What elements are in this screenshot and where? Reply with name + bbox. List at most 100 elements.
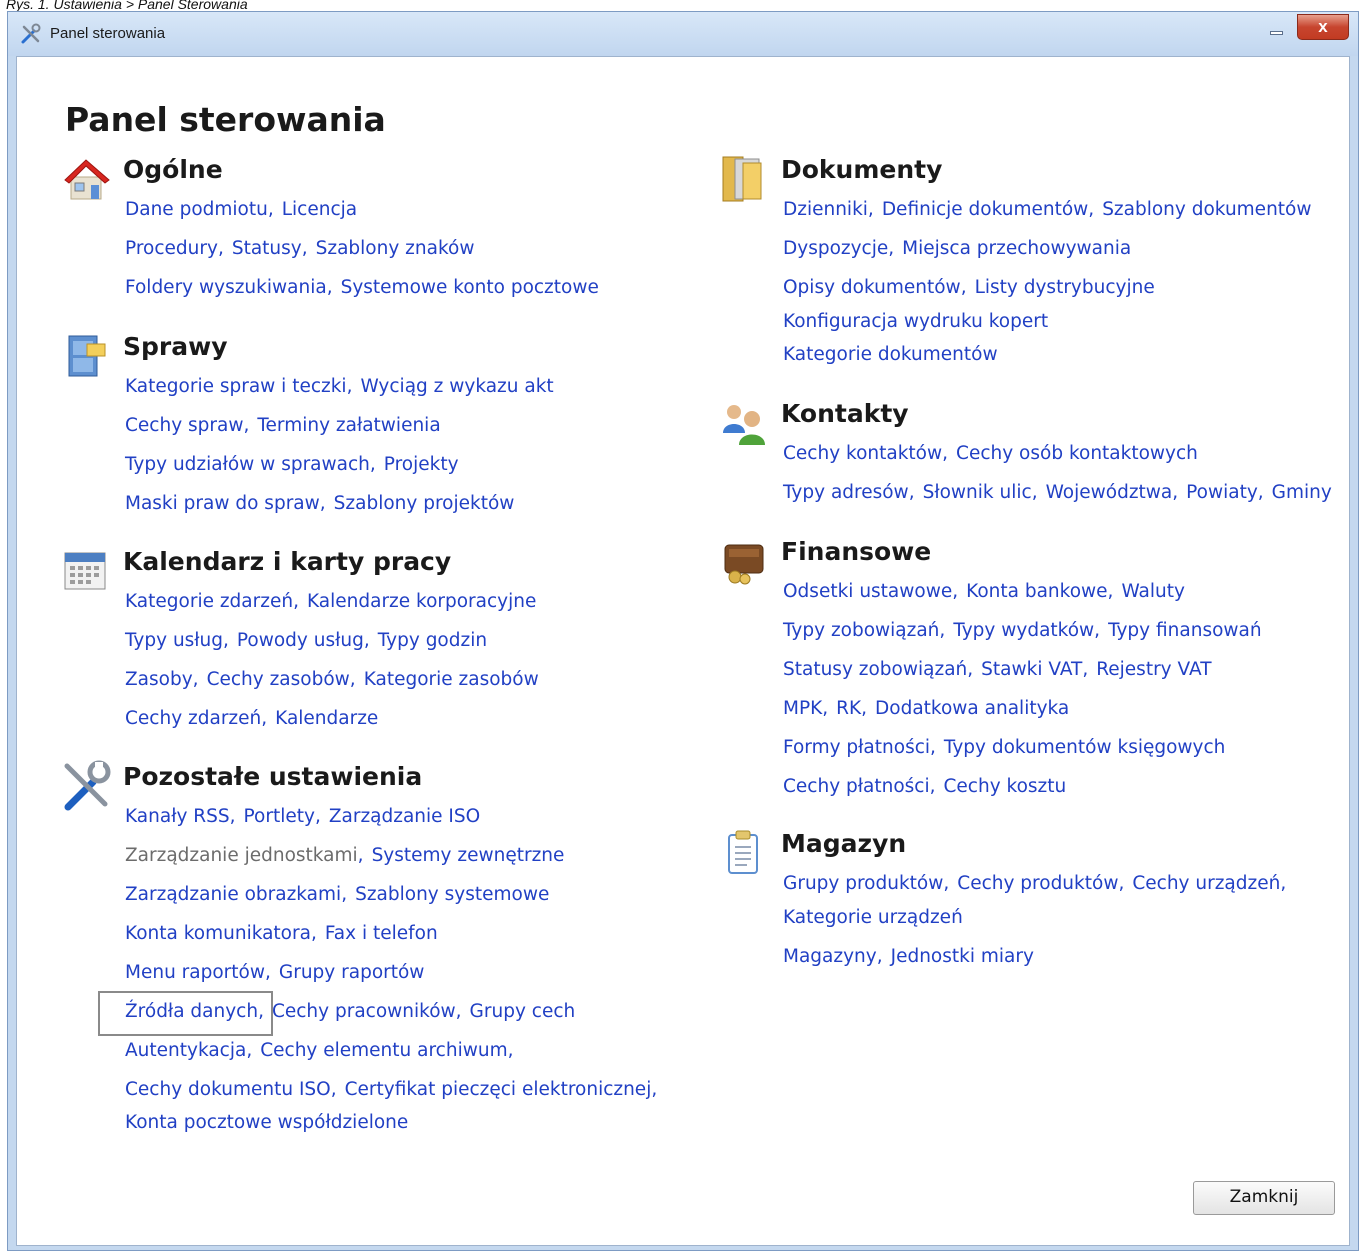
link-dzienniki[interactable]: Dzienniki [783, 199, 868, 220]
calendar-icon [64, 552, 106, 590]
link-gminy[interactable]: Gminy [1272, 482, 1332, 503]
link-typy-udzialow-w-sprawach[interactable]: Typy udziałów w sprawach [125, 454, 370, 475]
link-cechy-kosztu[interactable]: Cechy kosztu [944, 776, 1067, 797]
link-konta-komunikatora[interactable]: Konta komunikatora [125, 923, 311, 944]
link-row: Magazyny, Jednostki miary [783, 946, 1034, 967]
link-separator: , [943, 873, 950, 894]
link-stawki-vat[interactable]: Stawki VAT [981, 659, 1082, 680]
link-zasoby[interactable]: Zasoby [125, 669, 193, 690]
link-dyspozycje[interactable]: Dyspozycje [783, 238, 888, 259]
link-separator: , [651, 1079, 658, 1100]
link-odsetki-ustawowe[interactable]: Odsetki ustawowe [783, 581, 952, 602]
link-separator: , [930, 737, 936, 758]
link-cechy-produktow[interactable]: Cechy produktów [957, 873, 1118, 894]
link-kategorie-dokumentow[interactable]: Kategorie dokumentów [783, 344, 998, 365]
link-magazyny[interactable]: Magazyny [783, 946, 877, 967]
link-grupy-raportow[interactable]: Grupy raportów [279, 962, 425, 983]
link-typy-godzin[interactable]: Typy godzin [378, 630, 487, 651]
link-mpk[interactable]: MPK [783, 698, 822, 719]
link-wojewodztwa[interactable]: Województwa [1046, 482, 1173, 503]
link-separator: , [369, 454, 376, 475]
link-typy-dokumentow-ksiegowych[interactable]: Typy dokumentów księgowych [944, 737, 1226, 758]
link-konta-bankowe[interactable]: Konta bankowe [966, 581, 1107, 602]
link-autentykacja[interactable]: Autentykacja [125, 1040, 246, 1061]
link-konfiguracja-wydruku-kopert[interactable]: Konfiguracja wydruku kopert [783, 311, 1048, 332]
link-typy-adresow[interactable]: Typy adresów [783, 482, 909, 503]
link-maski-praw-do-spraw[interactable]: Maski praw do spraw [125, 493, 320, 514]
link-kategorie-zdarzen[interactable]: Kategorie zdarzeń [125, 591, 293, 612]
link-cechy-pracownikow[interactable]: Cechy pracowników [272, 1001, 456, 1022]
link-systemy-zewnetrzne[interactable]: Systemy zewnętrzne [372, 845, 565, 866]
link-zarzadzanie-obrazkami[interactable]: Zarządzanie obrazkami [125, 884, 341, 905]
minimize-button[interactable] [1262, 17, 1292, 41]
link-powiaty[interactable]: Powiaty [1186, 482, 1258, 503]
link-miejsca-przechowywania[interactable]: Miejsca przechowywania [902, 238, 1131, 259]
link-cechy-dokumentu-iso[interactable]: Cechy dokumentu ISO [125, 1079, 331, 1100]
section-title-magazyn: Magazyn [781, 829, 907, 858]
link-zarzadzanie-iso[interactable]: Zarządzanie ISO [329, 806, 480, 827]
link-menu-raportow[interactable]: Menu raportów [125, 962, 265, 983]
link-zarzadzanie-jednostkami[interactable]: Zarządzanie jednostkami [125, 845, 358, 866]
link-definicje-dokumentow[interactable]: Definicje dokumentów [882, 199, 1088, 220]
link-kategorie-urzadzen[interactable]: Kategorie urządzeń [783, 907, 963, 928]
link-jednostki-miary[interactable]: Jednostki miary [891, 946, 1034, 967]
link-konta-pocztowe-wspoldzielone[interactable]: Konta pocztowe współdzielone [125, 1112, 408, 1133]
link-licencja[interactable]: Licencja [282, 199, 357, 220]
link-separator: , [349, 669, 356, 690]
link-cechy-kontaktow[interactable]: Cechy kontaktów [783, 443, 942, 464]
link-cechy-elementu-archiwum[interactable]: Cechy elementu archiwum [260, 1040, 507, 1061]
link-row: Autentykacja, Cechy elementu archiwum, [125, 1040, 521, 1061]
link-opisy-dokumentow[interactable]: Opisy dokumentów [783, 277, 961, 298]
link-typy-finansowan[interactable]: Typy finansowań [1108, 620, 1262, 641]
link-szablony-dokumentow[interactable]: Szablony dokumentów [1102, 199, 1311, 220]
link-statusy[interactable]: Statusy [232, 238, 302, 259]
close-button[interactable]: Zamknij [1193, 1181, 1335, 1215]
link-typy-uslug[interactable]: Typy usług [125, 630, 223, 651]
link-formy-platnosci[interactable]: Formy płatności [783, 737, 930, 758]
link-terminy-zalatwienia[interactable]: Terminy załatwienia [257, 415, 440, 436]
window-close-button[interactable]: x [1297, 14, 1349, 40]
title-bar[interactable]: Panel sterowania x [8, 12, 1358, 56]
link-szablony-znakow[interactable]: Szablony znaków [316, 238, 475, 259]
link-procedury[interactable]: Procedury [125, 238, 218, 259]
link-cechy-urzadzen[interactable]: Cechy urządzeń [1132, 873, 1280, 894]
link-dodatkowa-analityka[interactable]: Dodatkowa analityka [875, 698, 1069, 719]
link-row: Kategorie spraw i teczki, Wyciąg z wykazu… [125, 376, 554, 397]
link-portlety[interactable]: Portlety [244, 806, 315, 827]
link-rejestry-vat[interactable]: Rejestry VAT [1096, 659, 1211, 680]
link-cechy-spraw[interactable]: Cechy spraw [125, 415, 243, 436]
link-statusy-zobowiazan[interactable]: Statusy zobowiązań [783, 659, 967, 680]
link-listy-dystrybucyjne[interactable]: Listy dystrybucyjne [975, 277, 1155, 298]
link-kanaly-rss[interactable]: Kanały RSS [125, 806, 230, 827]
link-certyfikat-pieczeci-elektronicznej[interactable]: Certyfikat pieczęci elektronicznej [345, 1079, 652, 1100]
section-title-finansowe: Finansowe [781, 537, 932, 566]
link-fax-i-telefon[interactable]: Fax i telefon [325, 923, 438, 944]
link-dane-podmiotu[interactable]: Dane podmiotu [125, 199, 268, 220]
link-szablony-projektow[interactable]: Szablony projektów [334, 493, 515, 514]
link-grupy-cech[interactable]: Grupy cech [470, 1001, 576, 1022]
link-cechy-zasobow[interactable]: Cechy zasobów [207, 669, 350, 690]
link-typy-wydatkow[interactable]: Typy wydatków [953, 620, 1094, 641]
link-separator: , [293, 591, 299, 612]
link-systemowe-konto-pocztowe[interactable]: Systemowe konto pocztowe [341, 277, 599, 298]
link-foldery-wyszukiwania[interactable]: Foldery wyszukiwania [125, 277, 327, 298]
link-rk[interactable]: RK [836, 698, 861, 719]
link-slownik-ulic[interactable]: Słownik ulic [923, 482, 1032, 503]
link-kategorie-spraw-i-teczki[interactable]: Kategorie spraw i teczki [125, 376, 347, 397]
link-szablony-systemowe[interactable]: Szablony systemowe [355, 884, 549, 905]
link-separator: , [357, 845, 364, 866]
link-powody-uslug[interactable]: Powody usług [237, 630, 364, 651]
link-cechy-osob-kontaktowych[interactable]: Cechy osób kontaktowych [956, 443, 1198, 464]
link-grupy-produktow[interactable]: Grupy produktów [783, 873, 943, 894]
link-projekty[interactable]: Projekty [384, 454, 459, 475]
link-row: Kanały RSS, Portlety, Zarządzanie ISO [125, 806, 480, 827]
link-wyciag-z-wykazu-akt[interactable]: Wyciąg z wykazu akt [360, 376, 553, 397]
link-kalendarze[interactable]: Kalendarze [275, 708, 378, 729]
link-kalendarze-korporacyjne[interactable]: Kalendarze korporacyjne [307, 591, 536, 612]
link-row: Dane podmiotu, Licencja [125, 199, 357, 220]
link-kategorie-zasobow[interactable]: Kategorie zasobów [364, 669, 539, 690]
link-waluty[interactable]: Waluty [1121, 581, 1185, 602]
link-cechy-platnosci[interactable]: Cechy płatności [783, 776, 930, 797]
link-typy-zobowiazan[interactable]: Typy zobowiązań [783, 620, 939, 641]
link-cechy-zdarzen[interactable]: Cechy zdarzeń [125, 708, 261, 729]
